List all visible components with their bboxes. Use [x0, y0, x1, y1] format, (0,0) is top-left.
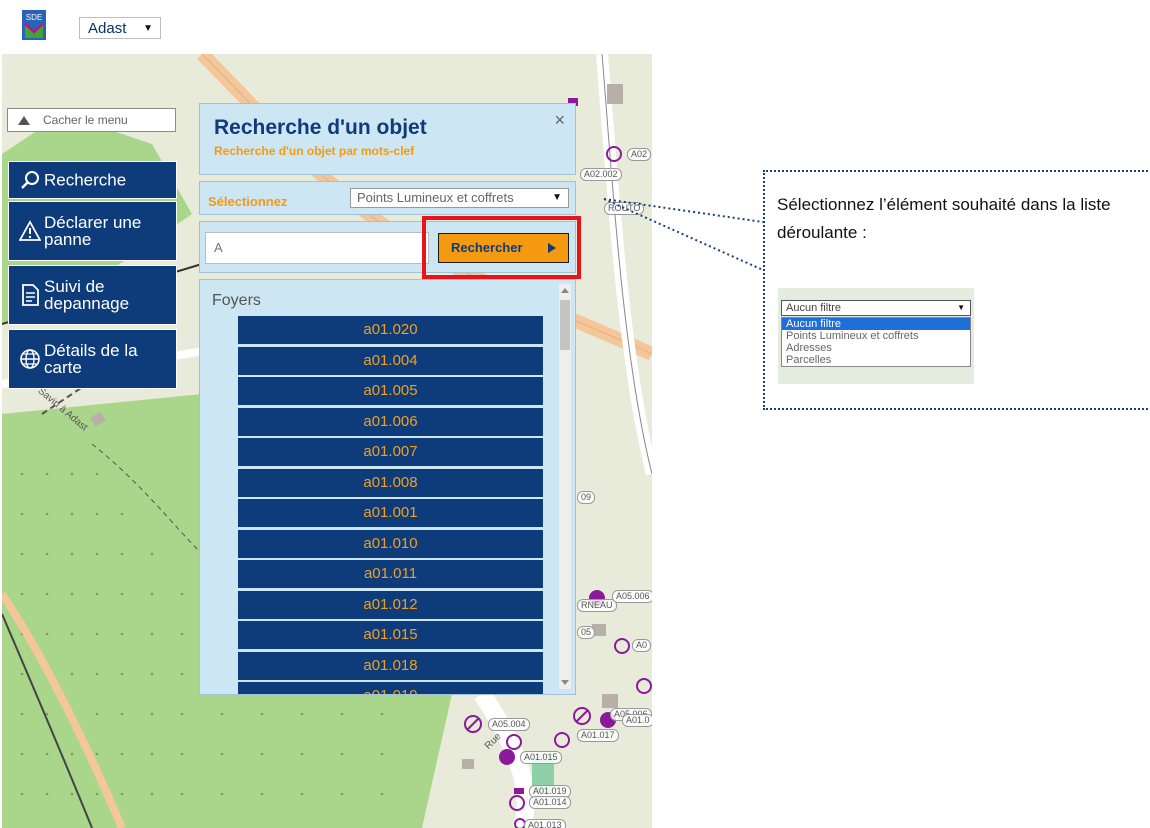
dropdown-example: Aucun filtre ▼ Aucun filtre Points Lumine…: [778, 288, 974, 384]
filter-select[interactable]: Aucun filtre ▼: [781, 300, 971, 316]
filter-option[interactable]: Points Lumineux et coffrets: [782, 330, 970, 342]
filter-options: Aucun filtre Points Lumineux et coffrets…: [781, 317, 971, 367]
chevron-down-icon: ▼: [957, 303, 965, 312]
callout-text: Sélectionnez l’élément souhaité dans la …: [777, 195, 1111, 242]
filter-option[interactable]: Parcelles: [782, 354, 970, 366]
filter-option[interactable]: Aucun filtre: [782, 318, 970, 330]
filter-option[interactable]: Adresses: [782, 342, 970, 354]
callout-connector: [603, 198, 764, 271]
